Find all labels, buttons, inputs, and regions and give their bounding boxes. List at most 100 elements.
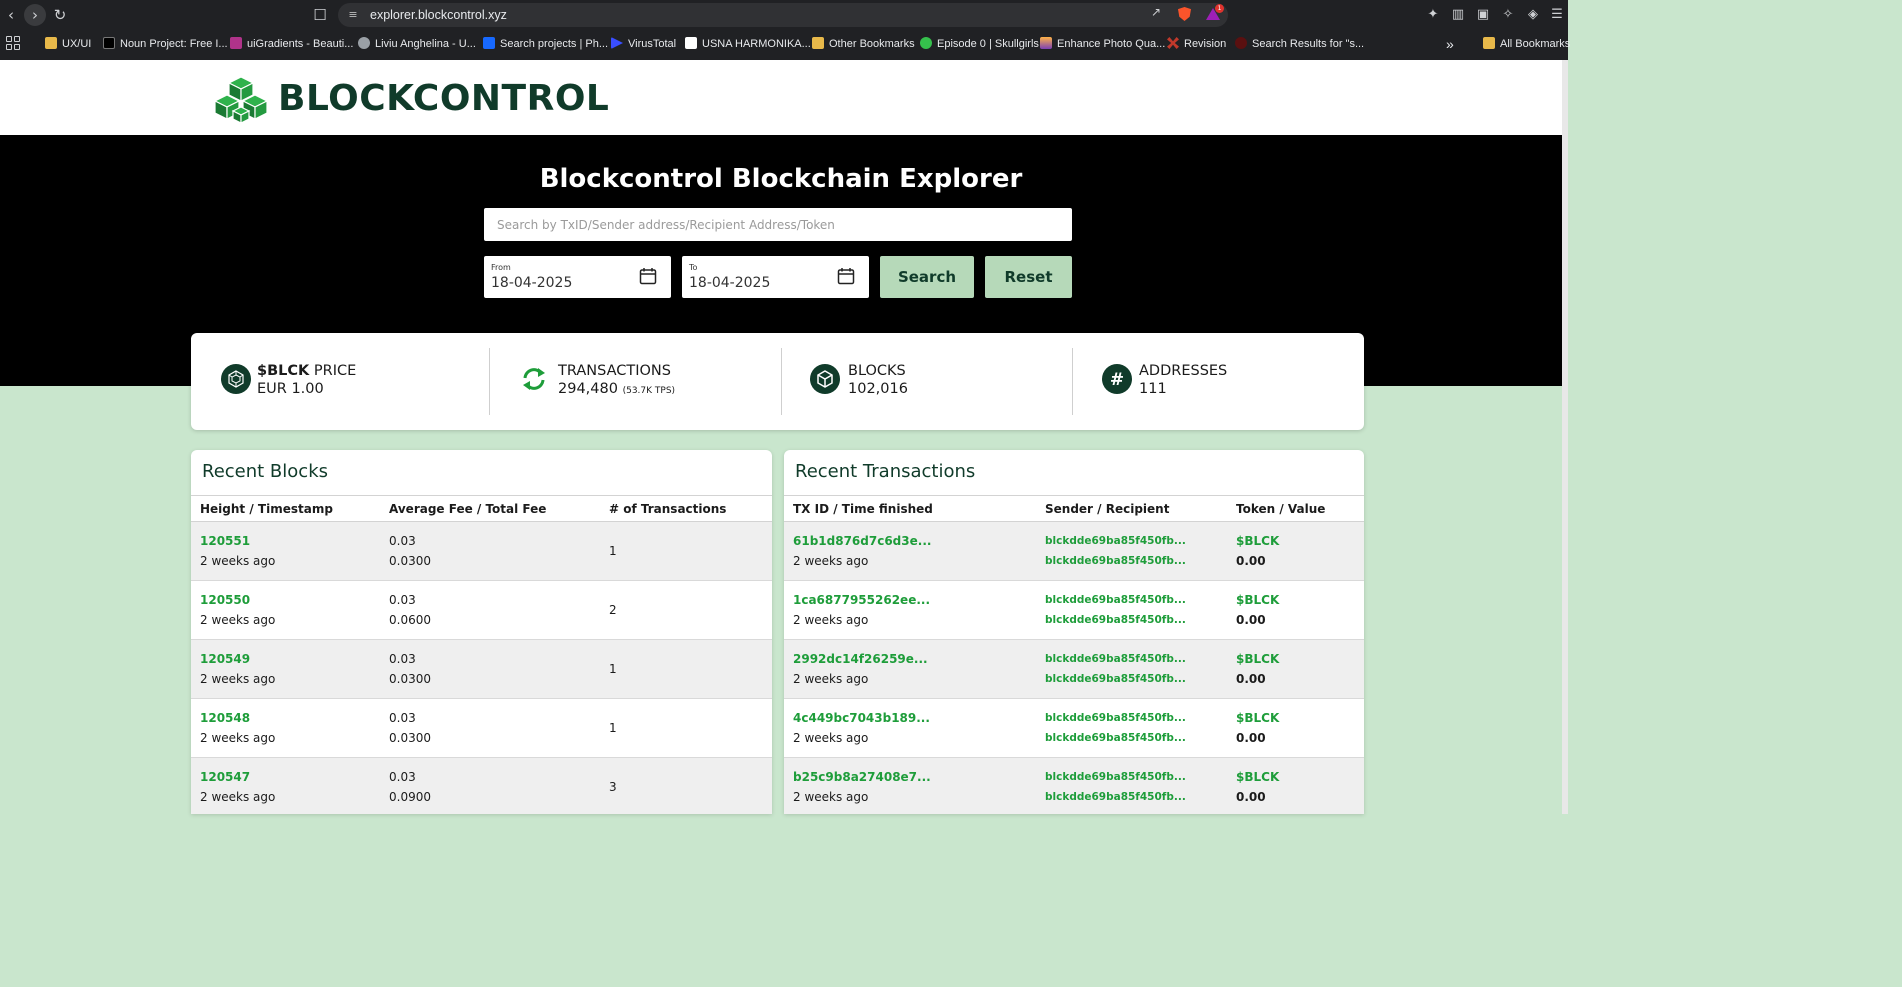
table-row[interactable]: 2992dc14f26259e... 2 weeks ago blckdde69… xyxy=(784,640,1364,699)
tx-value: 0.00 xyxy=(1236,613,1266,627)
tx-id-link[interactable]: b25c9b8a27408e7... xyxy=(793,770,931,784)
more-bookmarks-chevron-icon[interactable]: » xyxy=(1446,36,1454,52)
bookmark-item[interactable]: USNA HARMONIKA... xyxy=(685,36,811,52)
column-header[interactable]: Height / Timestamp xyxy=(200,502,333,516)
stat-price: $BLCK PRICE EUR 1.00 xyxy=(191,333,489,430)
bookmark-item[interactable]: Other Bookmarks xyxy=(812,36,915,52)
page-scrollbar[interactable] xyxy=(1562,60,1568,814)
tx-id-link[interactable]: 2992dc14f26259e... xyxy=(793,652,928,666)
bookmark-item[interactable]: UX/UI xyxy=(45,36,91,52)
token-link[interactable]: $BLCK xyxy=(1236,711,1279,725)
average-fee: 0.03 xyxy=(389,534,416,548)
url-text[interactable]: explorer.blockcontrol.xyz xyxy=(370,3,507,27)
to-date-field[interactable]: To 18-04-2025 xyxy=(682,256,869,298)
table-row[interactable]: 120550 2 weeks ago 0.03 0.0600 2 xyxy=(191,581,772,640)
bookmark-icon[interactable]: ☐ xyxy=(309,4,331,26)
sender-address-link[interactable]: blckdde69ba85f450fb... xyxy=(1045,712,1186,724)
tx-time: 2 weeks ago xyxy=(793,790,869,804)
forward-icon[interactable]: › xyxy=(24,4,46,26)
column-header[interactable]: Sender / Recipient xyxy=(1045,502,1169,516)
transaction-count: 1 xyxy=(609,662,617,676)
recipient-address-link[interactable]: blckdde69ba85f450fb... xyxy=(1045,614,1186,626)
token-link[interactable]: $BLCK xyxy=(1236,593,1279,607)
extensions-icon[interactable]: ✦ xyxy=(1424,6,1442,24)
bookmark-item[interactable]: Noun Project: Free I... xyxy=(103,36,228,52)
bookmark-item[interactable]: uiGradients - Beauti... xyxy=(230,36,353,52)
block-height-link[interactable]: 120549 xyxy=(200,652,250,666)
from-date-value[interactable]: 18-04-2025 xyxy=(491,275,572,291)
table-row[interactable]: 1ca6877955262ee... 2 weeks ago blckdde69… xyxy=(784,581,1364,640)
block-height-link[interactable]: 120550 xyxy=(200,593,250,607)
sidebar-icon[interactable]: ▥ xyxy=(1449,6,1467,24)
block-height-link[interactable]: 120547 xyxy=(200,770,250,784)
stat-transactions: TRANSACTIONS 294,480 (53.7K TPS) xyxy=(490,333,781,430)
recipient-address-link[interactable]: blckdde69ba85f450fb... xyxy=(1045,555,1186,567)
calendar-icon[interactable] xyxy=(837,267,855,285)
tx-id-link[interactable]: 1ca6877955262ee... xyxy=(793,593,930,607)
table-row[interactable]: b25c9b8a27408e7... 2 weeks ago blckdde69… xyxy=(784,758,1364,814)
token-link[interactable]: $BLCK xyxy=(1236,770,1279,784)
table-row[interactable]: 120549 2 weeks ago 0.03 0.0300 1 xyxy=(191,640,772,699)
share-icon[interactable]: ↗ xyxy=(1148,4,1164,20)
sender-address-link[interactable]: blckdde69ba85f450fb... xyxy=(1045,594,1186,606)
leo-ai-icon[interactable]: ✧ xyxy=(1499,6,1517,24)
table-row[interactable]: 120547 2 weeks ago 0.03 0.0900 3 xyxy=(191,758,772,814)
vpn-icon[interactable]: ◈ xyxy=(1524,6,1542,24)
search-button[interactable]: Search xyxy=(880,256,974,298)
logo-text[interactable]: BLOCKCONTROL xyxy=(278,77,609,121)
tx-id-link[interactable]: 4c449bc7043b189... xyxy=(793,711,930,725)
cube-network-icon xyxy=(221,364,251,394)
bookmark-item[interactable]: Search Results for "s... xyxy=(1235,36,1364,52)
bookmark-item[interactable]: Search projects | Ph... xyxy=(483,36,608,52)
recipient-address-link[interactable]: blckdde69ba85f450fb... xyxy=(1045,673,1186,685)
logo-cubes-icon[interactable] xyxy=(212,75,270,125)
column-header[interactable]: Average Fee / Total Fee xyxy=(389,502,546,516)
table-row[interactable]: 61b1d876d7c6d3e... 2 weeks ago blckdde69… xyxy=(784,522,1364,581)
block-height-link[interactable]: 120551 xyxy=(200,534,250,548)
back-icon[interactable]: ‹ xyxy=(0,4,22,26)
bookmark-item[interactable]: VirusTotal xyxy=(611,36,676,52)
browser-chrome: ‹ › ↻ ☐ ≡ explorer.blockcontrol.xyz ↗ 1 … xyxy=(0,0,1570,60)
reload-icon[interactable]: ↻ xyxy=(49,4,71,26)
sender-address-link[interactable]: blckdde69ba85f450fb... xyxy=(1045,771,1186,783)
tx-time: 2 weeks ago xyxy=(793,672,869,686)
to-date-value[interactable]: 18-04-2025 xyxy=(689,275,770,291)
bookmark-item[interactable]: Liviu Anghelina - U... xyxy=(358,36,476,52)
token-link[interactable]: $BLCK xyxy=(1236,534,1279,548)
search-input[interactable] xyxy=(484,208,1072,241)
site-header: BLOCKCONTROL xyxy=(0,60,1562,135)
table-row[interactable]: 120548 2 weeks ago 0.03 0.0300 1 xyxy=(191,699,772,758)
search-results-icon xyxy=(1235,37,1247,49)
block-height-link[interactable]: 120548 xyxy=(200,711,250,725)
token-link[interactable]: $BLCK xyxy=(1236,652,1279,666)
from-date-field[interactable]: From 18-04-2025 xyxy=(484,256,671,298)
stat-blocks-value: 102,016 xyxy=(848,381,908,397)
virustotal-icon xyxy=(611,37,623,49)
table-row[interactable]: 120551 2 weeks ago 0.03 0.0300 1 xyxy=(191,522,772,581)
table-row[interactable]: 4c449bc7043b189... 2 weeks ago blckdde69… xyxy=(784,699,1364,758)
column-header[interactable]: TX ID / Time finished xyxy=(793,502,933,516)
bookmark-item[interactable]: Revision xyxy=(1167,36,1226,52)
all-bookmarks-button[interactable]: All Bookmarks xyxy=(1483,36,1570,52)
enhance-icon xyxy=(1040,37,1052,49)
bookmark-item[interactable]: Episode 0 | Skullgirls xyxy=(920,36,1039,52)
reset-button[interactable]: Reset xyxy=(985,256,1072,298)
stat-transactions-title: TRANSACTIONS xyxy=(558,363,671,379)
recipient-address-link[interactable]: blckdde69ba85f450fb... xyxy=(1045,791,1186,803)
stat-addresses: # ADDRESSES 111 xyxy=(1073,333,1364,430)
wallet-icon[interactable]: ▣ xyxy=(1474,6,1492,24)
sender-address-link[interactable]: blckdde69ba85f450fb... xyxy=(1045,535,1186,547)
recent-transactions-title: Recent Transactions xyxy=(795,461,976,482)
page-title: Blockcontrol Blockchain Explorer xyxy=(539,164,1023,194)
menu-icon[interactable]: ☰ xyxy=(1548,6,1566,24)
column-header[interactable]: Token / Value xyxy=(1236,502,1325,516)
site-settings-icon[interactable]: ≡ xyxy=(346,8,360,22)
block-timestamp: 2 weeks ago xyxy=(200,613,276,627)
tx-id-link[interactable]: 61b1d876d7c6d3e... xyxy=(793,534,931,548)
address-bar[interactable]: ≡ explorer.blockcontrol.xyz xyxy=(338,3,1228,27)
sender-address-link[interactable]: blckdde69ba85f450fb... xyxy=(1045,653,1186,665)
calendar-icon[interactable] xyxy=(639,267,657,285)
column-header[interactable]: # of Transactions xyxy=(609,502,726,516)
recipient-address-link[interactable]: blckdde69ba85f450fb... xyxy=(1045,732,1186,744)
bookmark-item[interactable]: Enhance Photo Qua... xyxy=(1040,36,1165,52)
